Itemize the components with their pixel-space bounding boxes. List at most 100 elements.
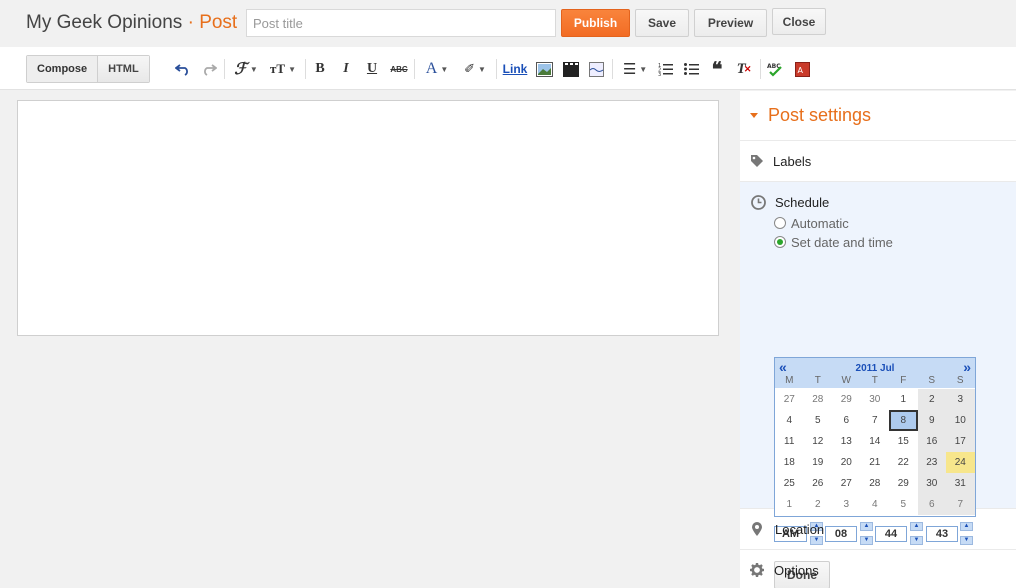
redo-icon[interactable] (200, 59, 218, 79)
post-settings-panel: Post settings Labels Schedule Automatic … (740, 91, 1016, 588)
preview-button[interactable]: Preview (694, 9, 767, 37)
schedule-section: Schedule Automatic Set date and time « 2… (740, 182, 1016, 588)
underline-icon[interactable]: U (365, 59, 379, 79)
post-title-input[interactable] (246, 9, 556, 37)
calendar-day[interactable]: 25 (775, 473, 804, 494)
calendar-day[interactable]: 27 (832, 473, 861, 494)
automatic-radio[interactable] (774, 217, 786, 229)
calendar-day[interactable]: 30 (917, 473, 946, 494)
labels-label: Labels (773, 154, 812, 169)
calendar-day[interactable]: 21 (861, 452, 890, 473)
calendar-day[interactable]: 20 (832, 452, 861, 473)
post-settings-header[interactable]: Post settings (740, 91, 1016, 141)
italic-icon[interactable]: I (339, 59, 353, 79)
calendar-weekday-header: S (956, 375, 964, 386)
post-settings-title: Post settings (768, 105, 872, 125)
calendar-day[interactable]: 18 (775, 452, 804, 473)
calendar-weekday-header: F (900, 375, 907, 386)
date-picker-calendar: « 2011 Jul » M T W T F S S 27 28 29 30 1 2 3 4 5 6 7 8 9 10 1… (774, 357, 976, 517)
bold-icon[interactable]: B (313, 59, 327, 79)
compose-mode-button[interactable]: Compose (27, 56, 99, 82)
location-section[interactable]: Location (740, 509, 1016, 550)
blog-name[interactable]: My Geek Opinions (26, 12, 182, 33)
font-size-icon[interactable]: тT ▼ (268, 59, 298, 79)
calendar-weekday-header: S (928, 375, 936, 386)
calendar-day[interactable]: 15 (889, 431, 918, 452)
location-pin-icon (752, 522, 762, 536)
calendar-day[interactable]: 8 (889, 410, 918, 431)
calendar-weekday-header: M (785, 375, 794, 386)
options-section[interactable]: Options (740, 550, 1016, 588)
text-color-icon[interactable]: A ▼ (422, 59, 452, 79)
calendar-day[interactable]: 27 (775, 389, 804, 410)
collapse-caret-icon (750, 113, 758, 118)
calendar-day[interactable]: 19 (804, 452, 833, 473)
calendar-day[interactable]: 13 (832, 431, 861, 452)
toolbar-divider (760, 59, 761, 79)
publish-button[interactable]: Publish (561, 9, 630, 37)
calendar-day[interactable]: 6 (832, 410, 861, 431)
calendar-day[interactable]: 2 (917, 389, 946, 410)
toolbar-divider (305, 59, 306, 79)
options-label: Options (774, 563, 819, 578)
insert-jump-break-icon[interactable] (588, 59, 605, 79)
automatic-label[interactable]: Automatic (791, 216, 849, 231)
calendar-day[interactable]: 12 (804, 431, 833, 452)
quote-icon[interactable]: ❝ (709, 59, 725, 81)
align-icon[interactable]: ☰ ▼ (620, 59, 650, 79)
calendar-weekday-header: T (814, 375, 821, 386)
calendar-day[interactable]: 4 (775, 410, 804, 431)
html-mode-button[interactable]: HTML (98, 56, 149, 82)
calendar-day[interactable]: 29 (832, 389, 861, 410)
undo-icon[interactable] (174, 59, 192, 79)
schedule-label: Schedule (775, 195, 830, 210)
calendar-day[interactable]: 22 (889, 452, 918, 473)
insert-video-icon[interactable] (562, 59, 580, 79)
calendar-day[interactable]: 10 (946, 410, 975, 431)
calendar-day[interactable]: 30 (861, 389, 890, 410)
calendar-day[interactable]: 26 (804, 473, 833, 494)
set-date-radio[interactable] (774, 236, 786, 248)
calendar-day[interactable]: 5 (804, 410, 833, 431)
remove-formatting-icon[interactable]: T ✕ (735, 59, 753, 79)
gear-icon (750, 563, 764, 577)
post-body-editor[interactable] (17, 100, 719, 336)
highlight-icon[interactable]: ✐ ▼ (460, 59, 490, 79)
input-tools-icon[interactable]: A (794, 59, 810, 79)
svg-text:3: 3 (658, 72, 661, 76)
calendar-day[interactable]: 7 (861, 410, 890, 431)
mode-switch: Compose HTML (26, 55, 150, 83)
calendar-weekday-header: T (871, 375, 878, 386)
calendar-day[interactable]: 9 (917, 410, 946, 431)
header-bar: My Geek Opinions · Post Publish Save Pre… (0, 0, 1016, 47)
toolbar-divider (496, 59, 497, 79)
bulleted-list-icon[interactable] (683, 59, 699, 79)
calendar-day[interactable]: 29 (889, 473, 918, 494)
calendar-day[interactable]: 28 (804, 389, 833, 410)
calendar-day[interactable]: 11 (775, 431, 804, 452)
calendar-day[interactable]: 3 (946, 389, 975, 410)
link-button[interactable]: Link (502, 59, 528, 79)
close-button[interactable]: Close (772, 8, 826, 35)
calendar-day[interactable]: 31 (946, 473, 975, 494)
font-family-icon[interactable]: ℱ ▼ (232, 59, 260, 79)
save-button[interactable]: Save (635, 9, 689, 37)
calendar-day[interactable]: 1 (889, 389, 918, 410)
labels-section[interactable]: Labels (740, 141, 1016, 182)
calendar-day[interactable]: 23 (917, 452, 946, 473)
calendar-day[interactable]: 14 (861, 431, 890, 452)
page-type: Post (199, 12, 238, 33)
toolbar-divider (224, 59, 225, 79)
calendar-day[interactable]: 28 (861, 473, 890, 494)
strikethrough-icon[interactable]: ABC (389, 59, 409, 79)
set-date-label[interactable]: Set date and time (791, 235, 893, 250)
calendar-weekday-header: W (841, 375, 851, 386)
spellcheck-icon[interactable]: ABC (767, 59, 783, 79)
calendar-day[interactable]: 17 (946, 431, 975, 452)
numbered-list-icon[interactable]: 123 (657, 59, 673, 79)
calendar-day[interactable]: 16 (917, 431, 946, 452)
calendar-month-title: 2011 Jul (855, 363, 895, 374)
calendar-day[interactable]: 24 (946, 452, 975, 473)
next-month-button[interactable]: » (963, 359, 971, 375)
insert-image-icon[interactable] (535, 59, 554, 79)
